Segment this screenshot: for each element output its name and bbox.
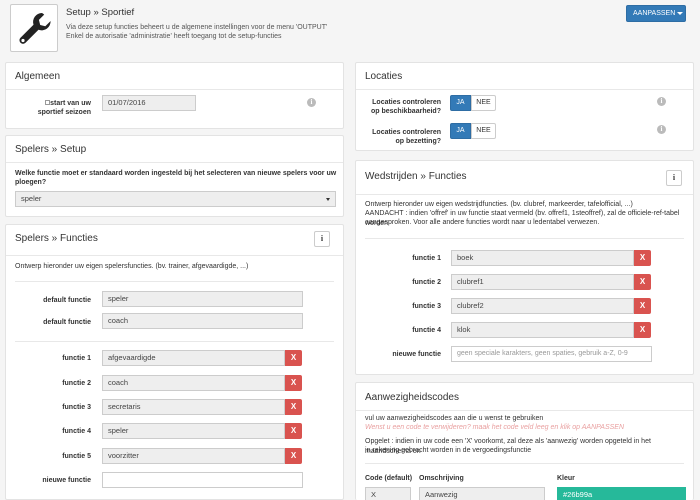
info-button[interactable]: i [314,231,330,247]
bezetting-ja-toggle[interactable]: JA [450,123,471,139]
header-description-2: Enkel de autorisatie 'administratie' hee… [66,33,282,40]
spelers-setup-title: Spelers » Setup [15,144,87,155]
spelers-functies-title: Spelers » Functies [15,233,98,244]
wedstrijd-functie-input-4[interactable]: klok [451,322,634,338]
delete-wedstrijd-functie-button-3[interactable]: X [634,298,651,314]
wedstrijd-functie-label-2: functie 2 [412,279,441,286]
algemeen-title: Algemeen [15,71,61,82]
info-icon: i [657,125,666,134]
nieuwe-functie-input[interactable] [102,472,303,488]
col-omschrijving-header: Omschrijving [419,475,464,482]
functie-input-5[interactable]: voorzitter [102,448,285,464]
locaties-beschikbaarheid-label-1: Locaties controleren [372,99,441,106]
code-input[interactable]: X [365,487,411,500]
delete-functie-button-3[interactable]: X [285,399,302,415]
header-description-1: Via deze setup functies beheert u de alg… [66,24,328,31]
wedstrijden-functies-title: Wedstrijden » Functies [365,171,467,182]
caret-down-icon [677,11,684,15]
aanwezigheidscodes-panel: Aanwezigheidscodes vul uw aanwezigheidsc… [355,382,694,500]
info-icon: i [657,97,666,106]
functie-input-3[interactable]: secretaris [102,399,285,415]
beschikbaarheid-nee-toggle[interactable]: NEE [471,95,496,111]
wedstrijd-functie-label-4: functie 4 [412,327,441,334]
aanwezigheid-description-4: in rekening gebracht worden in de vergoe… [365,447,532,454]
functie-label-1: functie 1 [62,355,91,362]
delete-wedstrijd-functie-button-2[interactable]: X [634,274,651,290]
spelers-setup-question-1: Welke functie moet er standaard worden i… [15,170,337,177]
nieuwe-functie-label: nieuwe functie [42,477,91,484]
aanwezigheid-description-2: Wenst u een code te verwijderen? maak he… [365,424,625,431]
start-seizoen-label-1: start van uw [50,100,91,107]
wedstrijden-functies-panel: Wedstrijden » Functies i Ontwerp hierond… [355,160,694,375]
functie-label-4: functie 4 [62,428,91,435]
delete-functie-button-5[interactable]: X [285,448,302,464]
spelers-setup-panel: Spelers » Setup Welke functie moet er st… [5,135,344,217]
locaties-bezetting-label-2: op bezetting? [395,138,442,145]
aanpassen-label: AANPASSEN [633,10,676,17]
locaties-panel: Locaties Locaties controleren op beschik… [355,62,694,151]
locaties-bezetting-label-1: Locaties controleren [372,129,441,136]
breadcrumb: Setup » Sportief [66,7,135,18]
beschikbaarheid-ja-toggle[interactable]: JA [450,95,471,111]
locaties-title: Locaties [365,71,403,82]
setup-logo [10,4,58,52]
wedstrijd-nieuwe-functie-input[interactable]: geen speciale karakters, geen spaties, g… [451,346,652,362]
algemeen-panel: Algemeen start van uw sportief seizoen 0… [5,62,344,129]
delete-functie-button-4[interactable]: X [285,423,302,439]
col-kleur-header: Kleur [557,475,575,482]
wedstrijd-functie-input-2[interactable]: clubref1 [451,274,634,290]
delete-wedstrijd-functie-button-1[interactable]: X [634,250,651,266]
wedstrijd-functie-input-1[interactable]: boek [451,250,634,266]
default-functie-select[interactable]: speler [15,191,336,207]
functie-label-2: functie 2 [62,380,91,387]
select-arrow-icon [326,198,330,201]
spelers-functies-description: Ontwerp hieronder uw eigen spelersfuncti… [15,263,249,270]
info-button[interactable]: i [666,170,682,186]
delete-wedstrijd-functie-button-4[interactable]: X [634,322,651,338]
locaties-beschikbaarheid-label-2: op beschikbaarheid? [370,108,441,115]
info-icon: i [307,98,316,107]
wedstrijd-functie-label-1: functie 1 [412,255,441,262]
start-seizoen-label-2: sportief seizoen [37,109,91,116]
default-functie-input-1: speler [102,291,303,307]
functie-input-1[interactable]: afgevaardigde [102,350,285,366]
omschrijving-input[interactable]: Aanwezig [419,487,545,500]
default-functie-label-1: default functie [43,297,91,304]
wrench-icon [19,13,51,44]
col-code-header: Code (default) [365,475,413,482]
wedstrijd-nieuwe-functie-label: nieuwe functie [392,351,441,358]
functie-input-2[interactable]: coach [102,375,285,391]
kleur-input[interactable]: #26b99a [557,487,686,500]
default-functie-select-value: speler [21,194,42,203]
aanpassen-button[interactable]: AANPASSEN [626,5,686,22]
default-functie-input-2: coach [102,313,303,329]
bezetting-nee-toggle[interactable]: NEE [471,123,496,139]
start-seizoen-input[interactable]: 01/07/2016 [102,95,196,111]
aanwezigheidscodes-title: Aanwezigheidscodes [365,392,459,403]
functie-input-4[interactable]: speler [102,423,285,439]
functie-label-3: functie 3 [62,404,91,411]
wedstrijden-description-3: aangesproken. Voor alle andere functies … [365,219,600,226]
spelers-functies-panel: Spelers » Functies i Ontwerp hieronder u… [5,224,344,500]
header-section: Setup » Sportief Via deze setup functies… [0,0,700,58]
functie-label-5: functie 5 [62,453,91,460]
wedstrijd-functie-label-3: functie 3 [412,303,441,310]
spelers-setup-question-2: ploegen? [15,179,47,186]
delete-functie-button-2[interactable]: X [285,375,302,391]
delete-functie-button-1[interactable]: X [285,350,302,366]
default-functie-label-2: default functie [43,319,91,326]
wedstrijd-functie-input-3[interactable]: clubref2 [451,298,634,314]
